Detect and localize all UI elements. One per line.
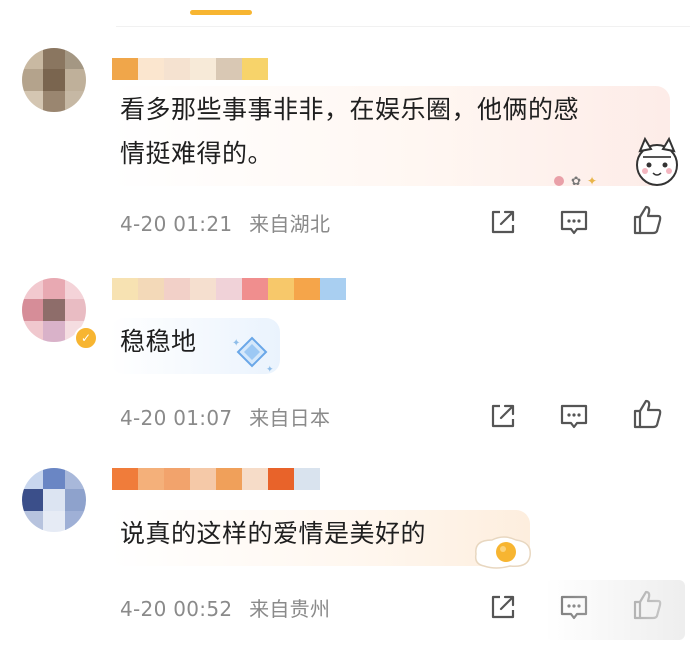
share-button[interactable] xyxy=(486,399,520,433)
comment-text-line-1: 说真的这样的爱情是美好的 xyxy=(120,519,427,548)
header-divider xyxy=(116,26,690,27)
svg-text:✦: ✦ xyxy=(266,365,274,374)
like-button[interactable] xyxy=(630,203,664,237)
comment-time: 4-20 01:21 xyxy=(120,212,233,236)
svg-text:✦: ✦ xyxy=(232,338,240,349)
comment-button[interactable] xyxy=(557,399,591,433)
share-button[interactable] xyxy=(486,205,520,239)
share-button[interactable] xyxy=(486,590,520,624)
username-blurred[interactable] xyxy=(112,278,346,300)
thumbs-up-icon xyxy=(633,205,662,235)
comment-meta: 4-20 01:07 来自日本 xyxy=(120,402,330,431)
username-blurred[interactable] xyxy=(112,58,268,80)
comment-icon xyxy=(560,210,588,235)
comment-location: 来自湖北 xyxy=(249,212,331,236)
comment-time: 4-20 01:07 xyxy=(120,406,233,430)
comment-icon xyxy=(560,404,588,429)
thumbs-up-icon xyxy=(633,399,662,429)
verified-badge-icon: ✓ xyxy=(74,326,98,350)
avatar[interactable] xyxy=(22,48,86,112)
comment-location: 来自贵州 xyxy=(249,597,331,621)
fried-egg-icon xyxy=(470,532,536,572)
share-icon xyxy=(491,595,515,619)
comment-location: 来自日本 xyxy=(249,406,331,430)
cat-sticker-icon: ✿ ✦ xyxy=(545,135,685,195)
watermark-overlay xyxy=(545,580,685,640)
comment-text-line-1: 看多那些事事非非，在娱乐圈，他俩的感 xyxy=(120,95,580,124)
comment-meta: 4-20 00:52 来自贵州 xyxy=(120,593,330,622)
comment-text-line-1: 稳稳地 xyxy=(120,327,197,356)
username-blurred[interactable] xyxy=(112,468,320,490)
tab-indicator xyxy=(190,10,252,15)
svg-text:✦: ✦ xyxy=(587,174,597,188)
comment-meta: 4-20 01:21 来自湖北 xyxy=(120,208,330,237)
avatar[interactable] xyxy=(22,468,86,532)
svg-text:✿: ✿ xyxy=(571,174,581,188)
share-icon xyxy=(491,404,515,428)
like-button[interactable] xyxy=(630,397,664,431)
diamond-sticker-icon: ✦ ✦ xyxy=(228,334,276,375)
share-icon xyxy=(491,210,515,234)
comment-time: 4-20 00:52 xyxy=(120,597,233,621)
comment-text-line-2: 情挺难得的。 xyxy=(120,139,274,168)
comment-button[interactable] xyxy=(557,205,591,239)
